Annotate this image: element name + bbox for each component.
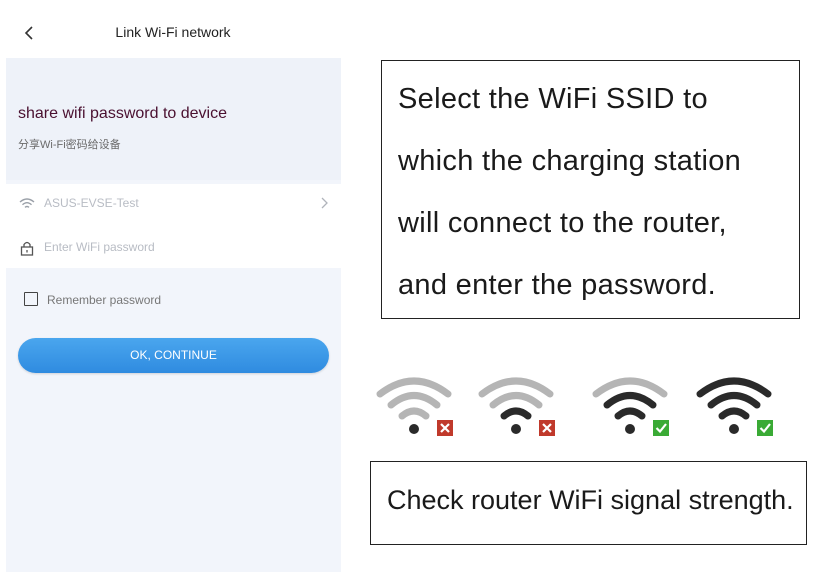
wifi-signal-1-bar-icon	[376, 377, 453, 436]
top-bar: Link Wi-Fi network	[0, 0, 346, 58]
phone-screen: Link Wi-Fi network share wifi password t…	[0, 0, 346, 581]
instruction-callout: Select the WiFi SSID to which the chargi…	[381, 60, 800, 319]
wifi-signal-2-bars-icon	[478, 377, 555, 436]
lock-icon	[20, 241, 34, 256]
password-placeholder: Enter WiFi password	[44, 240, 155, 254]
ssid-value: ASUS-EVSE-Test	[44, 196, 139, 210]
header-block: share wifi password to device 分享Wi-Fi密码给…	[6, 58, 341, 180]
remember-password-label: Remember password	[47, 293, 162, 307]
password-field[interactable]: Enter WiFi password	[6, 228, 341, 268]
signal-caption: Check router WiFi signal strength.	[387, 485, 794, 515]
header-title: share wifi password to device	[18, 105, 227, 122]
ssid-selector[interactable]: ASUS-EVSE-Test	[6, 184, 341, 224]
header-subtitle: 分享Wi-Fi密码给设备	[18, 139, 121, 151]
wifi-signal-3-bars-icon	[592, 377, 669, 436]
instruction-line: Select the WiFi SSID to	[398, 83, 708, 115]
instruction-line: and enter the password.	[398, 269, 717, 301]
content-panel: share wifi password to device 分享Wi-Fi密码给…	[6, 58, 341, 572]
chevron-right-icon	[321, 197, 328, 209]
wifi-signal-4-bars-icon	[696, 377, 773, 436]
ok-continue-button[interactable]: OK, CONTINUE	[18, 338, 329, 373]
instruction-line: which the charging station	[398, 145, 742, 177]
wifi-form: ASUS-EVSE-Test Enter WiFi password	[6, 184, 341, 268]
signal-callout: Check router WiFi signal strength.	[370, 461, 807, 545]
page-title: Link Wi-Fi network	[115, 24, 231, 40]
wifi-icon	[19, 198, 35, 208]
instruction-line: will connect to the router,	[398, 207, 727, 239]
remember-password-checkbox[interactable]	[24, 292, 38, 306]
